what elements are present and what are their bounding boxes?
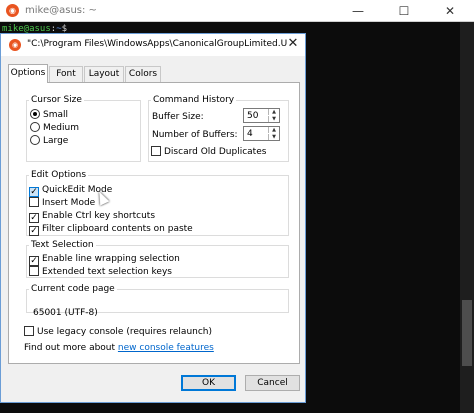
tab-font[interactable]: Font	[49, 66, 83, 82]
terminal-title: mike@asus: ~	[25, 5, 97, 16]
find-out-more: Find out more about new console features	[24, 342, 214, 354]
checkbox-label: Extended text selection keys	[42, 267, 172, 277]
text-selection-legend: Text Selection	[31, 240, 94, 250]
buffer-size-stepper[interactable]: 50 ▲ ▼	[243, 108, 280, 123]
spin-up-icon[interactable]: ▲	[268, 127, 279, 133]
check-icon[interactable]: ✓	[29, 187, 39, 197]
ok-button[interactable]: OK	[181, 375, 236, 391]
extended-selection-checkbox[interactable]: Extended text selection keys	[29, 266, 172, 278]
spin-up-icon[interactable]: ▲	[268, 109, 279, 115]
radio-medium[interactable]: Medium	[30, 122, 79, 134]
checkbox-box[interactable]	[29, 266, 39, 276]
tab-options[interactable]: Options	[8, 64, 48, 83]
line-wrapping-checkbox[interactable]: ✓ Enable line wrapping selection	[29, 253, 180, 266]
spin-down-icon[interactable]: ▼	[268, 116, 279, 122]
checkbox-label: Filter clipboard contents on paste	[42, 224, 193, 234]
radio-label: Large	[43, 136, 69, 146]
radio-button[interactable]	[30, 135, 40, 145]
dialog-titlebar[interactable]: ◉ "C:\Program Files\WindowsApps\Canonica…	[1, 34, 305, 56]
ubuntu-icon: ◉	[9, 39, 21, 51]
num-buffers-label: Number of Buffers:	[152, 130, 238, 140]
buffer-size-label: Buffer Size:	[152, 112, 204, 122]
tab-colors[interactable]: Colors	[125, 66, 161, 82]
scrollbar-thumb[interactable]	[462, 300, 472, 366]
radio-label: Small	[43, 110, 68, 120]
dialog-close-button[interactable]: ✕	[285, 36, 301, 52]
terminal-scrollbar[interactable]	[460, 22, 474, 413]
ubuntu-icon: ◉	[6, 4, 19, 17]
check-icon[interactable]: ✓	[29, 226, 39, 236]
ctrl-shortcuts-checkbox[interactable]: ✓ Enable Ctrl key shortcuts	[29, 210, 156, 223]
radio-label: Medium	[43, 123, 79, 133]
tab-layout[interactable]: Layout	[84, 66, 124, 82]
checkbox-label: Enable line wrapping selection	[42, 254, 180, 264]
code-page-legend: Current code page	[31, 284, 115, 294]
properties-dialog: ◉ "C:\Program Files\WindowsApps\Canonica…	[0, 33, 306, 403]
insert-mode-checkbox[interactable]: Insert Mode	[29, 197, 95, 209]
maximize-button[interactable]: ☐	[381, 0, 427, 22]
dialog-title: "C:\Program Files\WindowsApps\CanonicalG…	[27, 39, 287, 49]
code-page-group: Current code page 65001 (UTF-8)	[26, 284, 289, 318]
terminal-titlebar[interactable]: ◉ mike@asus: ~ — ☐ ✕	[0, 0, 474, 22]
spin-down-icon[interactable]: ▼	[268, 134, 279, 140]
checkbox-label: Use legacy console (requires relaunch)	[37, 327, 213, 337]
checkbox-label: Insert Mode	[42, 198, 96, 208]
radio-small[interactable]: Small	[30, 109, 68, 121]
buffer-size-value[interactable]: 50	[247, 110, 258, 122]
num-buffers-value[interactable]: 4	[247, 128, 253, 140]
console-features-link[interactable]: new console features	[118, 343, 214, 353]
code-page-value: 65001 (UTF-8)	[33, 308, 98, 318]
cancel-button[interactable]: Cancel	[245, 375, 300, 391]
checkbox-label: Enable Ctrl key shortcuts	[42, 211, 156, 221]
radio-large[interactable]: Large	[30, 135, 68, 147]
discard-duplicates-checkbox[interactable]: Discard Old Duplicates	[151, 146, 266, 158]
find-out-text: Find out more about	[24, 343, 116, 353]
radio-button[interactable]	[30, 109, 40, 119]
checkbox-box[interactable]	[24, 326, 34, 336]
radio-button[interactable]	[30, 122, 40, 132]
options-panel: Cursor Size Small Medium Large Command H…	[8, 82, 300, 364]
minimize-button[interactable]: —	[335, 0, 381, 22]
checkbox-box[interactable]	[29, 197, 39, 207]
command-history-legend: Command History	[153, 95, 235, 105]
num-buffers-stepper[interactable]: 4 ▲ ▼	[243, 126, 280, 141]
checkbox-box[interactable]	[151, 146, 161, 156]
close-button[interactable]: ✕	[427, 0, 473, 22]
check-icon[interactable]: ✓	[29, 213, 39, 223]
check-icon[interactable]: ✓	[29, 256, 39, 266]
filter-clipboard-checkbox[interactable]: ✓ Filter clipboard contents on paste	[29, 223, 193, 236]
checkbox-label: Discard Old Duplicates	[164, 147, 267, 157]
edit-options-legend: Edit Options	[31, 170, 87, 180]
cursor-size-legend: Cursor Size	[31, 95, 82, 105]
legacy-console-checkbox[interactable]: Use legacy console (requires relaunch)	[24, 326, 212, 338]
